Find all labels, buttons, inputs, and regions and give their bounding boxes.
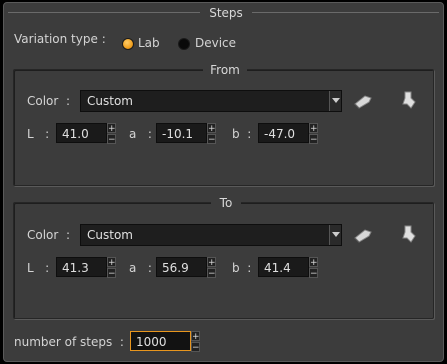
steps-value: 1000 (136, 335, 167, 349)
title-divider-left (8, 12, 204, 13)
radio-device[interactable] (178, 38, 190, 50)
dialog-title: Steps (200, 6, 252, 20)
to-b-label: b : (232, 261, 252, 275)
to-l-decrement[interactable]: − (107, 268, 116, 279)
to-l-increment[interactable]: + (107, 257, 116, 268)
to-color-value: Custom (87, 228, 133, 242)
to-title: To (211, 196, 241, 210)
to-b-value: 41.4 (264, 261, 291, 275)
title-divider-right (249, 12, 439, 13)
radio-lab[interactable] (122, 38, 134, 50)
from-b-increment[interactable]: + (309, 123, 318, 134)
to-b-increment[interactable]: + (309, 257, 318, 268)
from-l-increment[interactable]: + (107, 123, 116, 134)
from-a-label: a : (129, 127, 152, 141)
from-b-decrement[interactable]: − (309, 134, 318, 145)
steps-increment[interactable]: + (191, 331, 200, 342)
from-a-value: -10.1 (162, 127, 194, 141)
from-a-decrement[interactable]: − (207, 134, 216, 145)
from-a-increment[interactable]: + (207, 123, 216, 134)
to-a-increment[interactable]: + (207, 257, 216, 268)
to-a-decrement[interactable]: − (207, 268, 216, 279)
steps-label: number of steps : (14, 335, 124, 349)
from-a-input[interactable]: -10.1 + − (156, 123, 216, 145)
to-color-label: Color : (27, 228, 71, 242)
to-l-label: L : (27, 261, 50, 275)
to-b-input[interactable]: 41.4 + − (258, 257, 318, 279)
to-color-select[interactable]: Custom (80, 224, 342, 246)
from-l-decrement[interactable]: − (107, 134, 116, 145)
to-a-input[interactable]: 56.9 + − (156, 257, 216, 279)
from-color-select[interactable]: Custom (80, 90, 342, 112)
to-a-label: a : (129, 261, 152, 275)
from-color-label: Color : (27, 94, 71, 108)
steps-input[interactable]: 1000 + − (130, 331, 200, 353)
to-l-value: 41.3 (62, 261, 89, 275)
from-b-value: -47.0 (264, 127, 296, 141)
chevron-down-icon[interactable] (329, 91, 341, 111)
radio-lab-label[interactable]: Lab (138, 36, 160, 50)
from-l-value: 41.0 (62, 127, 89, 141)
eraser-icon[interactable] (351, 90, 375, 112)
to-b-decrement[interactable]: − (309, 268, 318, 279)
from-b-label: b : (232, 127, 252, 141)
from-b-input[interactable]: -47.0 + − (258, 123, 318, 145)
from-color-value: Custom (87, 94, 133, 108)
to-l-input[interactable]: 41.3 + − (56, 257, 116, 279)
from-l-label: L : (27, 127, 50, 141)
to-a-value: 56.9 (162, 261, 189, 275)
eyedropper-icon[interactable] (397, 88, 421, 110)
chevron-down-icon[interactable] (329, 225, 341, 245)
variation-type-label: Variation type : (14, 32, 106, 46)
eyedropper-icon[interactable] (397, 222, 421, 244)
from-l-input[interactable]: 41.0 + − (56, 123, 116, 145)
from-title: From (203, 63, 247, 77)
radio-device-label[interactable]: Device (195, 36, 236, 50)
eraser-icon[interactable] (351, 224, 375, 246)
steps-dialog: Steps Variation type : Lab Device From C… (3, 2, 444, 362)
steps-decrement[interactable]: − (191, 342, 200, 353)
